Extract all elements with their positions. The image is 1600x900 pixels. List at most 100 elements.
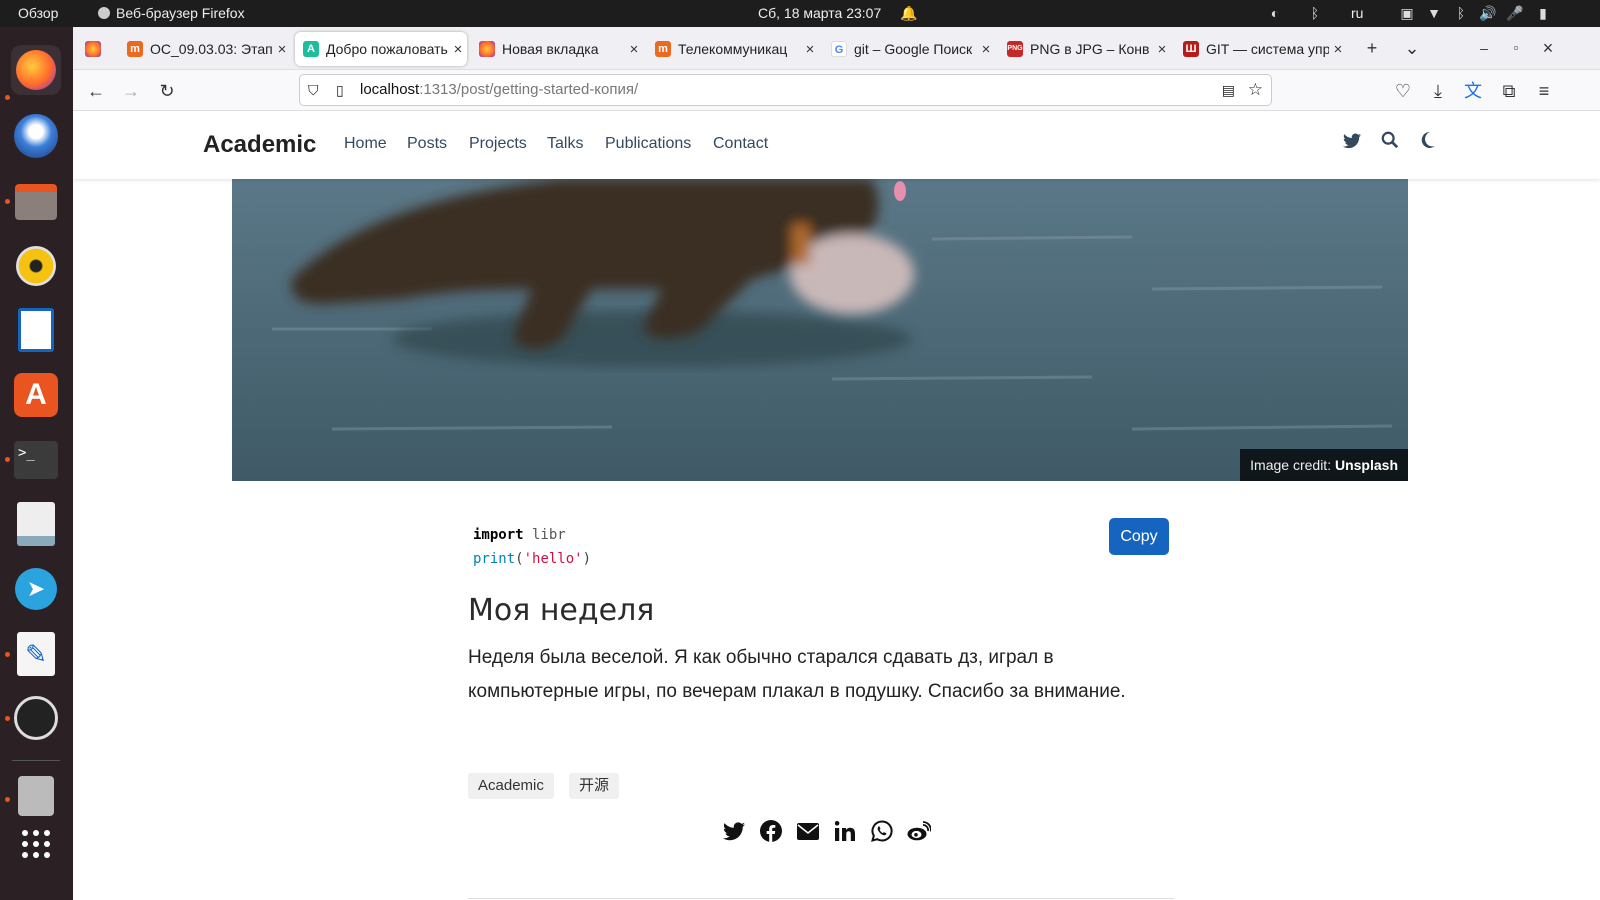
extensions-icon[interactable]: ⧉ [1497,79,1521,103]
thunderbird-dock-icon[interactable] [11,111,61,161]
translate-icon[interactable]: 文 [1461,79,1485,103]
bell-icon[interactable]: 🔔 [900,4,918,22]
bluetooth-icon[interactable]: ᛒ [1452,4,1470,22]
dock: A >_ ➤ ✎ [0,27,73,900]
downloads-icon[interactable]: ⤓ [1426,79,1450,103]
battery-icon[interactable]: ▮ [1534,4,1552,22]
close-tab-icon[interactable]: × [801,41,819,58]
menu-contact[interactable]: Contact [713,135,768,153]
share-facebook-icon[interactable] [752,816,789,846]
share-buttons [715,816,937,846]
dog-photo [232,179,1408,481]
menu-talks[interactable]: Talks [547,135,583,153]
tn-favicon-icon: m [655,41,671,57]
menu-hamburger-icon[interactable]: ≡ [1532,79,1556,103]
clock[interactable]: Сб, 18 марта 23:07 [758,5,881,21]
menu-home[interactable]: Home [344,135,387,153]
rhythmbox-dock-icon[interactable] [11,241,61,291]
tab-1-active[interactable]: A Добро пожаловать × [295,32,467,66]
bluetooth-app-icon[interactable]: ᛒ [1306,4,1324,22]
share-linkedin-icon[interactable] [826,816,863,846]
copy-code-button[interactable]: Copy [1109,518,1169,555]
share-weibo-icon[interactable] [900,816,937,846]
activities-button[interactable]: Обзор [18,5,58,21]
trash-dock-icon[interactable] [11,771,61,821]
obs-dock-icon[interactable] [11,693,61,743]
reader-view-icon[interactable]: ▤ [1222,75,1235,105]
firefox-icon [85,41,101,57]
tab-5[interactable]: PNG PNG в JPG – Конв × [999,32,1171,66]
firefox-view-button[interactable] [77,32,107,66]
tag-academic[interactable]: Academic [468,773,554,799]
menu-posts[interactable]: Posts [407,135,447,153]
tab-2[interactable]: Новая вкладка × [471,32,643,66]
close-tab-icon[interactable]: × [273,41,291,58]
menu-publications[interactable]: Publications [605,135,691,153]
list-tabs-chevron-icon[interactable]: ⌄ [1400,36,1424,60]
share-twitter-icon[interactable] [715,816,752,846]
share-whatsapp-icon[interactable] [863,816,900,846]
section-heading: Моя неделя [468,593,655,628]
minimize-icon[interactable]: – [1472,36,1496,60]
code-paren-open: ( [515,551,524,567]
back-arrow-icon[interactable]: ← [84,79,108,103]
volume-icon[interactable]: 🔊 [1479,4,1497,22]
text-editor-dock-icon[interactable]: ✎ [11,629,61,679]
menu-projects[interactable]: Projects [469,135,527,153]
writer-dock-icon[interactable] [11,305,61,355]
web-page: Academic Home Posts Projects Talks Publi… [73,111,1600,900]
search-icon[interactable] [1378,131,1402,155]
running-indicator [5,199,10,204]
share-email-icon[interactable] [789,816,826,846]
app-center-dock-icon[interactable]: A [11,370,61,420]
telegram-dock-icon[interactable]: ➤ [11,564,61,614]
code-block[interactable]: import libr print('hello') [473,523,591,571]
png-favicon-icon: PNG [1007,41,1023,57]
tab-title: ОС_09.03.03: Этап [150,41,273,57]
close-tab-icon[interactable]: × [1153,41,1171,58]
active-app-label[interactable]: Веб-браузер Firefox [98,5,245,21]
microphone-icon[interactable]: 🎤 [1506,4,1524,22]
close-tab-icon[interactable]: × [449,41,467,58]
bookmark-star-icon[interactable]: ☆ [1248,75,1263,105]
new-tab-icon[interactable]: + [1360,36,1384,60]
shield-icon[interactable]: ⛉ [308,75,319,105]
running-indicator [5,652,10,657]
tab-title: PNG в JPG – Конв [1030,41,1150,57]
dark-mode-moon-icon[interactable] [1416,131,1440,155]
screen-share-icon[interactable]: ▣ [1398,4,1416,22]
tab-title: GIT — система упр [1206,41,1329,57]
tab-0[interactable]: m ОС_09.03.03: Этап × [119,32,291,66]
twitter-icon[interactable] [1340,131,1364,155]
active-app-name: Веб-браузер Firefox [116,5,245,21]
running-indicator [5,797,10,802]
pocket-icon[interactable]: ♡ [1391,79,1415,103]
maximize-icon[interactable]: ▫ [1504,36,1528,60]
close-tab-icon[interactable]: × [625,41,643,58]
reload-icon[interactable]: ↻ [155,79,179,103]
address-bar[interactable]: ⛉ ▯ localhost:1313/post/getting-started-… [299,74,1272,106]
keyboard-layout[interactable]: ru [1351,5,1363,21]
files-dock-icon[interactable] [11,177,61,227]
tab-3[interactable]: m Телекоммуникац × [647,32,819,66]
tag-open-source[interactable]: 开源 [569,773,620,799]
tab-6[interactable]: Ш GIT — система упр × [1175,32,1347,66]
tab-4[interactable]: Ggit – Google Поиск × [823,32,995,66]
close-tab-icon[interactable]: × [1329,41,1347,58]
image-credit-link[interactable]: Unsplash [1335,457,1398,473]
code-line-2: print('hello') [473,547,591,571]
terminal-dock-icon[interactable]: >_ [11,435,61,485]
page-info-icon[interactable]: ▯ [336,75,344,105]
close-window-icon[interactable]: × [1536,36,1560,60]
show-apps-icon[interactable] [11,819,61,869]
firefox-dock-icon[interactable] [11,45,61,95]
forward-arrow-icon[interactable]: → [119,79,143,103]
close-tab-icon[interactable]: × [977,41,995,58]
firefox-window: m ОС_09.03.03: Этап × A Добро пожаловать × Н… [73,27,1600,900]
sync-icon[interactable]: ◐ [1266,4,1284,22]
wifi-icon[interactable]: ▼ [1425,4,1443,22]
code-string: 'hello' [523,551,583,567]
tab-title: Телекоммуникац [678,41,788,57]
document-viewer-dock-icon[interactable] [11,499,61,549]
site-brand[interactable]: Academic [203,131,316,159]
